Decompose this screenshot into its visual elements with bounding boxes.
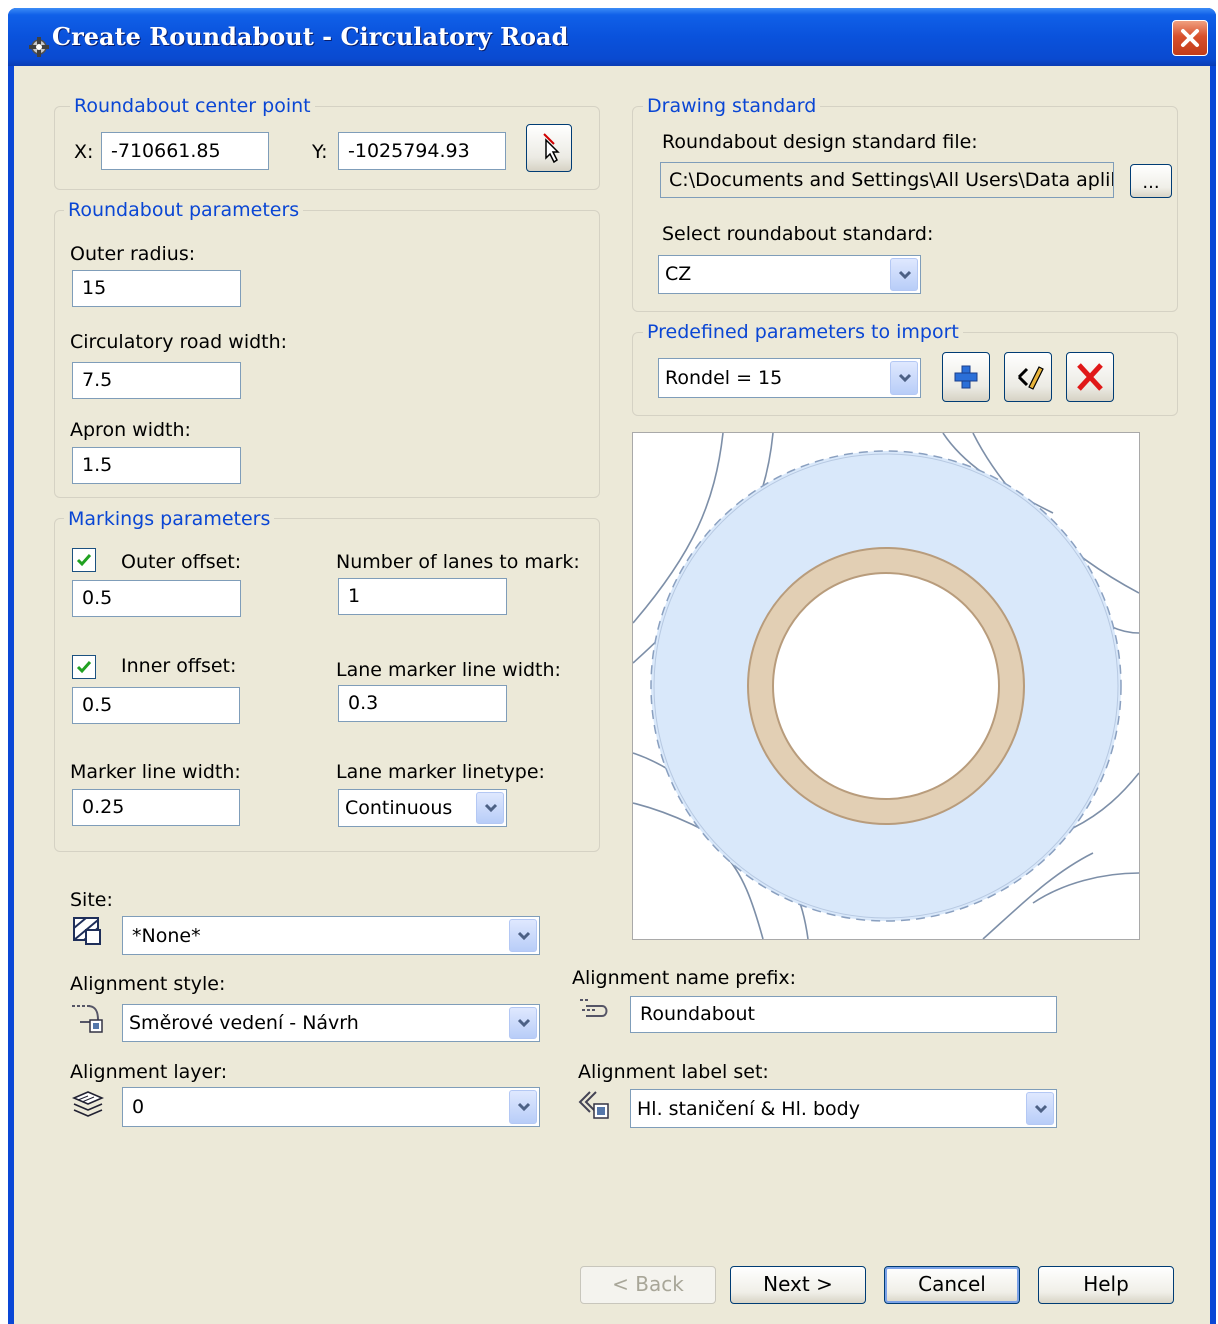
alignment-style-icon: [72, 1005, 103, 1033]
y-label: Y:: [312, 141, 328, 163]
chevron-down-icon: [484, 803, 498, 813]
label-set-icon: [578, 1091, 609, 1119]
roundabout-parameters-group-label: Roundabout parameters: [64, 198, 304, 222]
chevron-down-icon: [517, 931, 531, 940]
dropdown-arrow[interactable]: [509, 919, 537, 952]
alignment-name-prefix-input[interactable]: Roundabout: [630, 996, 1057, 1033]
standard-select-value: CZ: [665, 263, 692, 285]
window-title: Create Roundabout - Circulatory Road: [52, 22, 569, 51]
standard-select[interactable]: CZ: [658, 255, 921, 294]
outer-offset-label: Outer offset:: [121, 551, 242, 573]
inner-offset-checkbox[interactable]: [72, 655, 96, 679]
x-coordinate-input[interactable]: -710661.85: [101, 132, 269, 170]
dropdown-arrow[interactable]: [476, 792, 504, 824]
site-select[interactable]: *None*: [122, 916, 540, 955]
lane-marker-linetype-value: Continuous: [345, 797, 453, 819]
close-icon: [1181, 29, 1199, 47]
alignment-layer-value: 0: [132, 1096, 145, 1118]
lane-marker-width-input[interactable]: 0.3: [338, 685, 507, 722]
predefined-parameters-group-label: Predefined parameters to import: [643, 320, 963, 344]
outer-radius-label: Outer radius:: [70, 243, 196, 265]
dropdown-arrow[interactable]: [1026, 1092, 1054, 1125]
drawing-standard-group-label: Drawing standard: [643, 94, 821, 118]
back-button[interactable]: < Back: [580, 1266, 716, 1304]
pick-point-icon: [543, 133, 560, 164]
alignment-style-label: Alignment style:: [70, 973, 226, 995]
alignment-label-set-value: Hl. staničení & Hl. body: [637, 1098, 860, 1120]
lane-marker-linetype-label: Lane marker linetype:: [336, 761, 545, 783]
site-select-value: *None*: [132, 925, 201, 947]
marker-line-width-label: Marker line width:: [70, 761, 241, 783]
apron-width-input[interactable]: 1.5: [72, 447, 241, 484]
predefined-parameters-select[interactable]: Rondel = 15: [658, 358, 921, 398]
dropdown-arrow[interactable]: [890, 258, 918, 291]
chevron-down-icon: [517, 1102, 531, 1112]
alignment-name-prefix-label: Alignment name prefix:: [572, 967, 797, 989]
marker-line-width-input[interactable]: 0.25: [72, 789, 240, 826]
lanes-to-mark-label: Number of lanes to mark:: [336, 551, 580, 573]
browse-file-button[interactable]: ...: [1130, 164, 1172, 198]
predefined-parameters-value: Rondel = 15: [665, 367, 783, 389]
alignment-style-select[interactable]: Směrové vedení - Návrh: [122, 1004, 540, 1042]
alignment-style-value: Směrové vedení - Návrh: [129, 1012, 359, 1034]
dropdown-arrow[interactable]: [509, 1007, 537, 1039]
lane-marker-width-label: Lane marker line width:: [336, 659, 561, 681]
outer-offset-checkbox[interactable]: [72, 548, 96, 572]
alignment-name-icon: [580, 999, 608, 1017]
site-icon: [73, 917, 101, 945]
edit-icon: [1017, 366, 1044, 390]
standard-file-label: Roundabout design standard file:: [662, 131, 978, 153]
y-coordinate-input[interactable]: -1025794.93: [338, 132, 506, 170]
cancel-button[interactable]: Cancel: [884, 1266, 1020, 1304]
circulatory-road-width-input[interactable]: 7.5: [72, 362, 241, 399]
circulatory-road-width-label: Circulatory road width:: [70, 331, 288, 353]
checkmark-icon: [76, 554, 92, 567]
dropdown-arrow[interactable]: [890, 361, 918, 395]
center-point-group-label: Roundabout center point: [70, 94, 315, 118]
dropdown-arrow[interactable]: [509, 1090, 537, 1124]
alignment-layer-select[interactable]: 0: [122, 1087, 540, 1127]
next-button[interactable]: Next >: [730, 1266, 866, 1304]
delete-icon: [1077, 363, 1103, 391]
apron-width-label: Apron width:: [70, 419, 191, 441]
delete-parameters-button[interactable]: [1066, 352, 1114, 402]
chevron-down-icon: [517, 1018, 531, 1028]
app-icon: [29, 37, 49, 57]
outer-radius-input[interactable]: 15: [72, 270, 241, 307]
plus-icon: [954, 365, 978, 389]
chevron-down-icon: [898, 270, 912, 279]
outer-offset-input[interactable]: 0.5: [72, 580, 241, 617]
edit-parameters-button[interactable]: [1004, 352, 1052, 402]
chevron-down-icon: [898, 373, 912, 383]
roundabout-preview: [632, 432, 1140, 940]
markings-parameters-group-label: Markings parameters: [64, 507, 275, 531]
alignment-layer-label: Alignment layer:: [70, 1061, 228, 1083]
alignment-label-set-label: Alignment label set:: [578, 1061, 769, 1083]
lane-marker-linetype-select[interactable]: Continuous: [338, 789, 507, 827]
help-button[interactable]: Help: [1038, 1266, 1174, 1304]
checkmark-icon: [76, 661, 92, 674]
x-label: X:: [74, 141, 94, 163]
lanes-to-mark-input[interactable]: 1: [338, 578, 507, 615]
alignment-label-set-select[interactable]: Hl. staničení & Hl. body: [630, 1089, 1057, 1128]
roundabout-diagram: [633, 433, 1139, 939]
pick-point-button[interactable]: [526, 124, 572, 172]
chevron-down-icon: [1034, 1104, 1048, 1113]
select-standard-label: Select roundabout standard:: [662, 223, 934, 245]
inner-offset-input[interactable]: 0.5: [72, 687, 240, 724]
standard-file-path-field[interactable]: C:\Documents and Settings\All Users\Data…: [660, 162, 1114, 198]
add-parameters-button[interactable]: [942, 352, 990, 402]
layers-icon: [71, 1091, 104, 1117]
site-label: Site:: [70, 889, 113, 911]
inner-offset-label: Inner offset:: [121, 655, 237, 677]
close-button[interactable]: [1172, 20, 1208, 56]
